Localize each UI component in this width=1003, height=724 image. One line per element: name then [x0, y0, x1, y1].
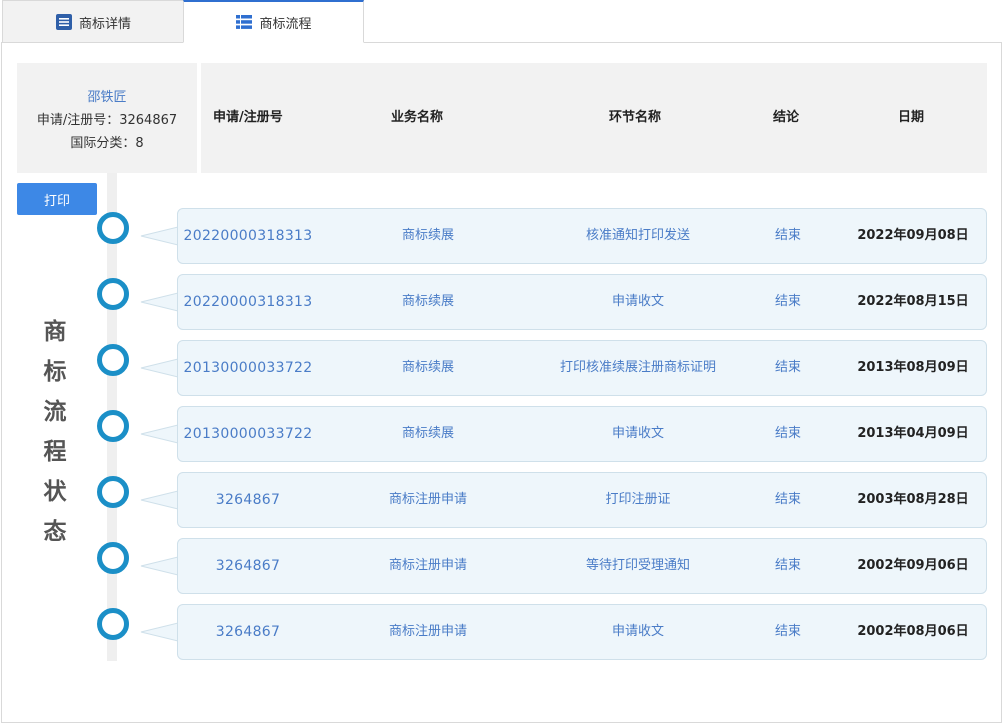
row-result: 结束 — [774, 558, 801, 573]
row-date: 2022年09月08日 — [857, 228, 969, 243]
row-step-name: 打印注册证 — [605, 492, 671, 507]
row-step-name: 核准通知打印发送 — [585, 228, 690, 243]
side-title-char: 流 — [43, 399, 67, 425]
flow-row: 20220000318313 商标续展 核准通知打印发送 结束 2022年09月… — [177, 208, 987, 264]
tab-label: 商标流程 — [259, 16, 312, 32]
row-business-name: 商标续展 — [401, 294, 454, 309]
row-app-number[interactable]: 3264867 — [178, 473, 318, 527]
header-app-number: 申请/注册号 — [213, 110, 283, 125]
timeline-dot — [97, 476, 129, 508]
side-title-char: 商 — [43, 319, 67, 345]
tab-trademark-flow[interactable]: 商标流程 — [183, 0, 364, 43]
row-result: 结束 — [774, 360, 801, 375]
row-business-name: 商标注册申请 — [388, 558, 467, 573]
row-date: 2022年08月15日 — [857, 294, 969, 309]
row-business-name: 商标续展 — [401, 426, 454, 441]
tab-label: 商标详情 — [78, 16, 131, 32]
timeline-dot — [97, 410, 129, 442]
timeline-dot — [97, 542, 129, 574]
flow-row: 20130000033722 商标续展 打印核准续展注册商标证明 结束 2013… — [177, 340, 987, 396]
header-business-name: 业务名称 — [391, 110, 444, 125]
row-result: 结束 — [774, 426, 801, 441]
row-business-name: 商标续展 — [401, 360, 454, 375]
row-step-name: 申请收文 — [611, 294, 664, 309]
trademark-info-box: 邵铁匠 申请/注册号：3264867 国际分类：8 — [17, 63, 197, 173]
row-business-name: 商标注册申请 — [388, 624, 467, 639]
row-step-name: 申请收文 — [611, 624, 664, 639]
flow-row: 20130000033722 商标续展 申请收文 结束 2013年04月09日 — [177, 406, 987, 462]
row-date: 2002年09月06日 — [857, 558, 969, 573]
row-app-number[interactable]: 20220000318313 — [178, 209, 318, 263]
row-app-number[interactable]: 20130000033722 — [178, 341, 318, 395]
table-header: 申请/注册号 业务名称 环节名称 结论 日期 — [201, 63, 987, 173]
row-step-name: 等待打印受理通知 — [585, 558, 690, 573]
timeline-dot — [97, 608, 129, 640]
row-date: 2013年04月09日 — [857, 426, 969, 441]
row-result: 结束 — [774, 492, 801, 507]
registration-number: 申请/注册号：3264867 — [36, 112, 178, 128]
row-date: 2013年08月09日 — [857, 360, 969, 375]
row-date: 2002年08月06日 — [857, 624, 969, 639]
timeline-dot — [97, 212, 129, 244]
row-date: 2003年08月28日 — [857, 492, 969, 507]
print-button[interactable]: 打印 — [17, 183, 97, 215]
tab-bar: 商标详情 商标流程 — [1, 0, 1002, 43]
header-date: 日期 — [898, 110, 925, 125]
row-result: 结束 — [774, 624, 801, 639]
table-list-icon — [235, 13, 253, 31]
row-result: 结束 — [774, 294, 801, 309]
row-app-number[interactable]: 3264867 — [178, 605, 318, 659]
row-step-name: 申请收文 — [611, 426, 664, 441]
row-app-number[interactable]: 3264867 — [178, 539, 318, 593]
timeline-dot — [97, 344, 129, 376]
row-app-number[interactable]: 20130000033722 — [178, 407, 318, 461]
side-title: 商 标 流 程 状 态 — [38, 318, 72, 546]
document-list-icon — [55, 13, 73, 31]
row-result: 结束 — [774, 228, 801, 243]
header-result: 结论 — [773, 110, 800, 125]
side-title-char: 状 — [43, 479, 67, 505]
tab-trademark-details[interactable]: 商标详情 — [2, 0, 183, 43]
header-step-name: 环节名称 — [609, 110, 662, 125]
flow-row: 20220000318313 商标续展 申请收文 结束 2022年08月15日 — [177, 274, 987, 330]
flow-row: 3264867 商标注册申请 打印注册证 结束 2003年08月28日 — [177, 472, 987, 528]
flow-row: 3264867 商标注册申请 申请收文 结束 2002年08月06日 — [177, 604, 987, 660]
row-step-name: 打印核准续展注册商标证明 — [559, 360, 716, 375]
row-app-number[interactable]: 20220000318313 — [178, 275, 318, 329]
row-business-name: 商标注册申请 — [388, 492, 467, 507]
timeline-dot — [97, 278, 129, 310]
side-title-char: 态 — [43, 519, 67, 545]
owner-name[interactable]: 邵铁匠 — [87, 86, 126, 105]
international-class: 国际分类：8 — [70, 135, 144, 151]
flow-row: 3264867 商标注册申请 等待打印受理通知 结束 2002年09月06日 — [177, 538, 987, 594]
side-title-char: 程 — [43, 439, 67, 465]
side-title-char: 标 — [43, 359, 67, 385]
row-business-name: 商标续展 — [401, 228, 454, 243]
